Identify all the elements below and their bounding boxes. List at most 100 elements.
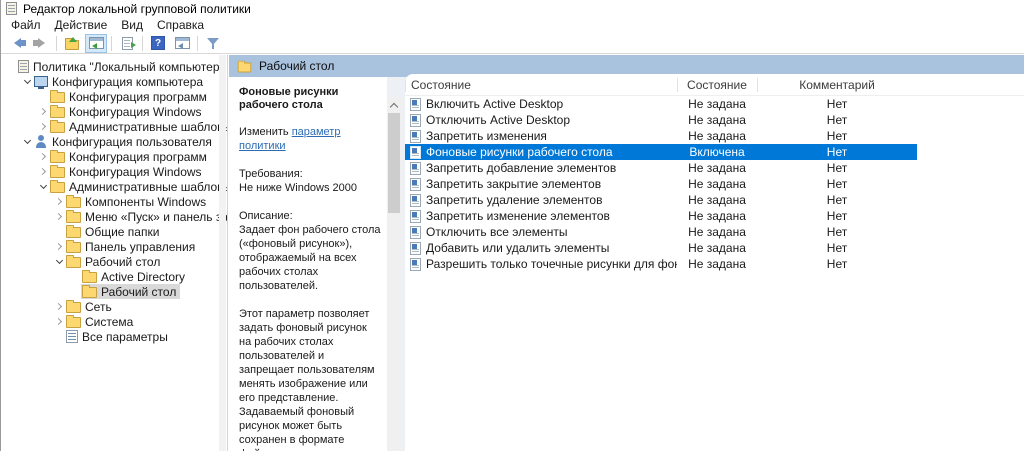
tree-item-body[interactable]: Компоненты Windows <box>65 194 210 209</box>
tree-item-body[interactable]: Меню «Пуск» и панель задач <box>65 209 228 224</box>
chevron-expanded-icon[interactable] <box>37 181 49 193</box>
forward-button[interactable] <box>30 34 52 53</box>
setting-row[interactable]: Отключить все элементыНе заданаНет <box>405 224 917 240</box>
scrollbar-thumb[interactable] <box>388 113 400 213</box>
tree-item-body[interactable]: Конфигурация пользователя <box>33 134 216 149</box>
chevron-glyph <box>38 108 45 115</box>
tree-item[interactable]: Все параметры <box>1 329 227 344</box>
tree-item[interactable]: Общие папки <box>1 224 227 239</box>
setting-name-label: Запретить закрытие элементов <box>426 177 601 191</box>
folder-icon <box>66 242 81 253</box>
setting-row[interactable]: Отключить Active DesktopНе заданаНет <box>405 112 917 128</box>
chevron-collapsed-icon[interactable] <box>53 211 65 223</box>
tree-item-body[interactable]: Политика "Локальный компьютер" <box>17 59 228 74</box>
tree-item[interactable]: Конфигурация Windows <box>1 104 227 119</box>
tree-item-body[interactable]: Система <box>65 314 137 329</box>
tree-item[interactable]: Компоненты Windows <box>1 194 227 209</box>
setting-row[interactable]: Добавить или удалить элементыНе заданаНе… <box>405 240 917 256</box>
new-window-button[interactable] <box>171 34 193 53</box>
setting-comment-cell: Нет <box>757 145 917 159</box>
tree-item-body[interactable]: Административные шаблоны <box>49 119 228 134</box>
description-scrollbar[interactable] <box>387 97 401 451</box>
tree-item[interactable]: Конфигурация компьютера <box>1 74 227 89</box>
up-one-level-button[interactable] <box>61 34 83 53</box>
show-console-tree-button[interactable] <box>85 34 107 53</box>
tree-item-body[interactable]: Панель управления <box>65 239 199 254</box>
policy-setting-icon <box>410 242 421 255</box>
chevron-collapsed-icon[interactable] <box>37 106 49 118</box>
tree-item[interactable]: Рабочий стол <box>1 284 227 299</box>
folder-icon <box>50 92 65 103</box>
setting-state-cell: Не задана <box>677 209 757 223</box>
tree-item-body[interactable]: Сеть <box>65 299 116 314</box>
column-header-comment[interactable]: Комментарий <box>757 74 917 96</box>
folder-icon <box>50 182 65 193</box>
setting-row[interactable]: Запретить изменение элементовНе заданаНе… <box>405 208 917 224</box>
setting-row[interactable]: Запретить удаление элементовНе заданаНет <box>405 192 917 208</box>
tree-item-body[interactable]: Рабочий стол <box>65 254 164 269</box>
back-button[interactable] <box>6 34 28 53</box>
setting-row[interactable]: Включить Active DesktopНе заданаНет <box>405 96 917 112</box>
chevron-expanded-icon[interactable] <box>21 76 33 88</box>
tree-item-body[interactable]: Административные шаблоны <box>49 179 228 194</box>
tree-item[interactable]: Панель управления <box>1 239 227 254</box>
column-divider[interactable] <box>405 78 406 92</box>
column-divider[interactable] <box>677 78 678 92</box>
chevron-collapsed-icon[interactable] <box>53 301 65 313</box>
chevron-collapsed-icon[interactable] <box>37 121 49 133</box>
tree-item-body[interactable]: Конфигурация Windows <box>49 104 206 119</box>
help-button[interactable]: ? <box>147 34 169 53</box>
tree-item-label: Панель управления <box>85 240 195 254</box>
setting-row[interactable]: Запретить добавление элементовНе заданаН… <box>405 160 917 176</box>
column-divider[interactable] <box>757 78 758 92</box>
menu-item-справка[interactable]: Справка <box>150 18 211 32</box>
folder-icon <box>66 227 81 238</box>
tree-item-body[interactable]: Рабочий стол <box>81 284 180 299</box>
setting-name-label: Запретить изменение элементов <box>426 209 610 223</box>
tree-item[interactable]: Система <box>1 314 227 329</box>
chevron-collapsed-icon[interactable] <box>37 151 49 163</box>
tree-item[interactable]: Конфигурация программ <box>1 89 227 104</box>
chevron-collapsed-icon[interactable] <box>53 196 65 208</box>
tree-item[interactable]: Active Directory <box>1 269 227 284</box>
menu-item-файл[interactable]: Файл <box>4 18 48 32</box>
tree-item-body[interactable]: Active Directory <box>81 269 189 284</box>
tree-item-body[interactable]: Конфигурация компьютера <box>33 74 207 89</box>
chevron-collapsed-icon[interactable] <box>37 166 49 178</box>
tree-item[interactable]: Конфигурация программ <box>1 149 227 164</box>
chevron-collapsed-icon[interactable] <box>53 316 65 328</box>
tree-item-body[interactable]: Общие папки <box>65 224 163 239</box>
scroll-up-button[interactable] <box>387 97 401 112</box>
column-header-state[interactable]: Состояние <box>677 74 757 96</box>
gpedit-window: Редактор локальной групповой политики Фа… <box>0 0 1024 451</box>
tree-item[interactable]: Административные шаблоны <box>1 119 227 134</box>
setting-row[interactable]: Фоновые рисунки рабочего столаВключенаНе… <box>405 144 917 160</box>
menu-item-вид[interactable]: Вид <box>114 18 150 32</box>
setting-row[interactable]: Разрешить только точечные рисунки для фо… <box>405 256 917 272</box>
tree-item[interactable]: Сеть <box>1 299 227 314</box>
tree-item-label: Общие папки <box>85 225 159 239</box>
chevron-expanded-icon[interactable] <box>21 136 33 148</box>
export-list-button[interactable] <box>116 34 138 53</box>
tree-item[interactable]: Конфигурация Windows <box>1 164 227 179</box>
tree-item[interactable]: Политика "Локальный компьютер" <box>1 59 227 74</box>
tree-item-body[interactable]: Конфигурация программ <box>49 89 211 104</box>
setting-row[interactable]: Запретить измененияНе заданаНет <box>405 128 917 144</box>
tree-item[interactable]: Административные шаблоны <box>1 179 227 194</box>
tree-item[interactable]: Конфигурация пользователя <box>1 134 227 149</box>
tree-item-body[interactable]: Конфигурация Windows <box>49 164 206 179</box>
tree-scrollbar[interactable] <box>219 55 226 451</box>
menu-item-действие[interactable]: Действие <box>48 18 115 32</box>
filter-button[interactable] <box>202 34 224 53</box>
setting-comment-cell: Нет <box>757 97 917 111</box>
chevron-glyph <box>38 153 45 160</box>
policy-setting-icon <box>410 178 421 191</box>
tree-item[interactable]: Меню «Пуск» и панель задач <box>1 209 227 224</box>
tree-item[interactable]: Рабочий стол <box>1 254 227 269</box>
column-header-setting[interactable]: Состояние <box>405 74 677 96</box>
tree-item-body[interactable]: Конфигурация программ <box>49 149 211 164</box>
chevron-expanded-icon[interactable] <box>53 256 65 268</box>
setting-row[interactable]: Запретить закрытие элементовНе заданаНет <box>405 176 917 192</box>
chevron-collapsed-icon[interactable] <box>53 241 65 253</box>
tree-item-body[interactable]: Все параметры <box>65 329 172 344</box>
